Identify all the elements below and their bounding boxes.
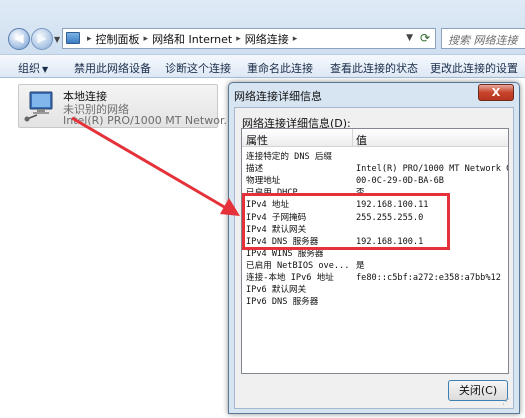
back-button[interactable]: ◀ — [8, 28, 30, 50]
disable-device-button[interactable]: 禁用此网络设备 — [74, 60, 151, 76]
breadcrumb-chevron-icon: ▸ — [236, 33, 241, 44]
row-value: fe80::c5bf:a272:e358:a7bb%12 — [356, 273, 501, 283]
table-row[interactable]: 连接特定的 DNS 后缀 — [242, 151, 508, 163]
row-value: Intel(R) PRO/1000 MT Network Conn — [356, 164, 508, 175]
close-button[interactable]: 关闭(C) — [448, 380, 508, 401]
diagnose-button[interactable]: 诊断这个连接 — [165, 60, 231, 76]
column-header-value[interactable]: 值 — [356, 132, 367, 148]
breadcrumb-chevron-icon: ▸ — [87, 33, 92, 44]
row-value: 00-0C-29-0D-BA-6B — [356, 176, 444, 187]
resize-grip-icon[interactable]: ⋰ — [502, 397, 512, 407]
back-arrow-icon: ◀ — [14, 31, 24, 45]
dialog-title: 网络连接详细信息 — [234, 90, 322, 103]
dialog-body: 网络连接详细信息(D): 属性 值 连接特定的 DNS 后缀 描述 Intel(R)… — [234, 107, 514, 409]
row-property: 物理地址 — [246, 176, 281, 187]
table-row[interactable]: IPv6 默认网关 — [242, 284, 508, 296]
table-row[interactable]: IPv6 DNS 服务器 — [242, 296, 508, 308]
organize-menu[interactable]: 组织 ▼ — [18, 60, 48, 76]
row-property: IPv6 DNS 服务器 — [246, 297, 319, 308]
forward-button[interactable]: ▶ — [31, 28, 53, 50]
network-adapter-icon — [24, 91, 53, 122]
command-bar: 组织 ▼ 禁用此网络设备 诊断这个连接 重命名此连接 查看此连接的状态 更改此连接… — [0, 54, 525, 78]
highlight-box — [242, 193, 450, 250]
search-input[interactable]: 搜索 网络连接 — [441, 28, 525, 49]
history-dropdown-icon[interactable]: ▼ — [54, 35, 60, 44]
breadcrumb-chevron-icon: ▸ — [292, 33, 298, 44]
row-property: 连接特定的 DNS 后缀 — [246, 152, 333, 162]
table-row[interactable]: 已启用 NetBIOS ove... 是 — [242, 260, 508, 272]
column-divider[interactable] — [352, 129, 353, 147]
control-panel-icon — [66, 32, 80, 44]
refresh-icon[interactable]: ⟳ — [420, 31, 430, 45]
listview-header: 属性 值 — [242, 129, 508, 147]
row-property: 描述 — [246, 164, 264, 175]
breadcrumb-control-panel[interactable]: 控制面板 — [96, 31, 140, 47]
rename-button[interactable]: 重命名此连接 — [247, 60, 313, 76]
breadcrumb-chevron-icon: ▸ — [143, 33, 149, 44]
dialog-close-button[interactable]: X — [478, 84, 514, 101]
details-listview[interactable]: 属性 值 连接特定的 DNS 后缀 描述 Intel(R) PRO/1000 MT … — [241, 128, 509, 374]
change-settings-button[interactable]: 更改此连接的设置 — [430, 60, 518, 76]
row-property: 已启用 NetBIOS ove... — [246, 260, 350, 271]
address-bar-row: ◀ ▶ ▼ ▸ 控制面板 ▸ 网络和 Internet ▸ 网络连接 ▸ ▼ ⟳… — [0, 0, 525, 54]
row-property: 连接-本地 IPv6 地址 — [246, 273, 334, 283]
table-row[interactable]: 物理地址 00-0C-29-0D-BA-6B — [242, 175, 508, 187]
forward-arrow-icon: ▶ — [37, 31, 47, 45]
row-value: 是 — [356, 260, 365, 271]
connection-adapter: Intel(R) PRO/1000 MT Networ... — [63, 114, 234, 127]
column-header-property[interactable]: 属性 — [246, 132, 268, 148]
close-icon: X — [491, 86, 501, 99]
dropdown-arrow-icon: ▼ — [42, 65, 49, 74]
address-dropdown-icon[interactable]: ▼ — [406, 33, 413, 43]
table-row[interactable]: 描述 Intel(R) PRO/1000 MT Network Conn — [242, 163, 508, 175]
row-property: IPv6 默认网关 — [246, 285, 307, 296]
table-row[interactable]: 连接-本地 IPv6 地址 fe80::c5bf:a272:e358:a7bb%1… — [242, 272, 508, 284]
search-placeholder: 搜索 网络连接 — [448, 34, 518, 47]
breadcrumb-network-connections[interactable]: 网络连接 — [245, 31, 289, 47]
connection-item-local[interactable]: 本地连接 未识别的网络 Intel(R) PRO/1000 MT Networ.… — [18, 84, 234, 128]
address-box[interactable]: ▸ 控制面板 ▸ 网络和 Internet ▸ 网络连接 ▸ ▼ ⟳ — [62, 28, 436, 49]
breadcrumb-network-internet[interactable]: 网络和 Internet — [152, 31, 232, 47]
view-status-button[interactable]: 查看此连接的状态 — [330, 60, 418, 76]
